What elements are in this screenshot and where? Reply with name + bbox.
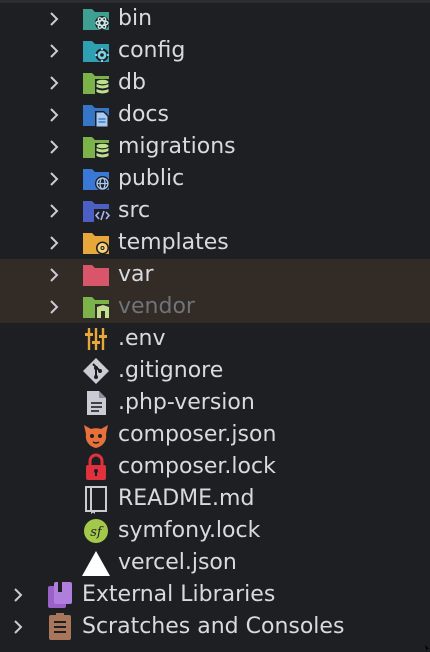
tree-row-label: var	[118, 262, 154, 287]
tree-row-vendor[interactable]: vendor	[0, 291, 430, 323]
tree-row-label: Scratches and Consoles	[82, 614, 345, 639]
tree-row-var[interactable]: var	[0, 259, 430, 291]
tree-row-symfony-lock[interactable]: sf symfony.lock	[0, 515, 430, 547]
tree-row-composer-lock[interactable]: composer.lock	[0, 451, 430, 483]
tree-row-label: migrations	[118, 134, 236, 159]
scratches-icon	[45, 612, 75, 642]
project-tree: bin config db docs migrations public src…	[0, 3, 430, 643]
chevron-right-icon[interactable]	[10, 611, 26, 643]
tree-row-public[interactable]: public	[0, 163, 430, 195]
folder-public-icon	[81, 164, 111, 194]
git-icon	[81, 356, 111, 386]
env-settings-icon	[81, 324, 111, 354]
folder-database-icon	[81, 132, 111, 162]
tree-row-label: README.md	[118, 486, 255, 511]
chevron-right-icon[interactable]	[46, 99, 62, 131]
tree-row-gitignore[interactable]: .gitignore	[0, 355, 430, 387]
chevron-right-icon[interactable]	[46, 227, 62, 259]
tree-row-label: vercel.json	[118, 550, 237, 575]
tree-row-php-version[interactable]: .php-version	[0, 387, 430, 419]
symfony-icon: sf	[81, 516, 111, 546]
tree-row-label: bin	[118, 6, 153, 31]
chevron-right-icon[interactable]	[46, 35, 62, 67]
composer-icon	[81, 420, 111, 450]
tree-row-vercel-json[interactable]: vercel.json	[0, 547, 430, 579]
folder-bin-icon	[81, 4, 111, 34]
tree-row-label: templates	[118, 230, 229, 255]
chevron-right-icon[interactable]	[46, 163, 62, 195]
tree-row-templates[interactable]: templates	[0, 227, 430, 259]
tree-row-scratches[interactable]: Scratches and Consoles	[0, 611, 430, 643]
tree-row-label: db	[118, 70, 146, 95]
tree-row-bin[interactable]: bin	[0, 3, 430, 35]
folder-source-icon	[81, 196, 111, 226]
mouse-cursor-icon	[425, 645, 429, 652]
chevron-right-icon[interactable]	[46, 291, 62, 323]
tree-row-composer-json[interactable]: composer.json	[0, 419, 430, 451]
folder-database-icon	[81, 68, 111, 98]
readme-book-icon	[81, 484, 111, 514]
tree-row-migrations[interactable]: migrations	[0, 131, 430, 163]
tree-row-label: composer.json	[118, 422, 277, 447]
tree-row-label: vendor	[118, 294, 195, 319]
tree-row-env[interactable]: .env	[0, 323, 430, 355]
tree-row-label: .php-version	[118, 390, 255, 415]
tree-row-label: .gitignore	[118, 358, 224, 383]
chevron-right-icon[interactable]	[46, 67, 62, 99]
tree-row-label: src	[118, 198, 151, 223]
tree-row-label: composer.lock	[118, 454, 276, 479]
folder-library-icon	[81, 292, 111, 322]
tree-row-config[interactable]: config	[0, 35, 430, 67]
folder-docs-icon	[81, 100, 111, 130]
tree-row-label: docs	[118, 102, 169, 127]
tree-row-src[interactable]: src	[0, 195, 430, 227]
folder-excluded-icon	[81, 260, 111, 290]
tree-row-label: public	[118, 166, 185, 191]
folder-config-icon	[81, 36, 111, 66]
chevron-right-icon[interactable]	[46, 131, 62, 163]
external-libraries-icon	[45, 580, 75, 610]
text-file-icon	[81, 388, 111, 418]
folder-templates-icon	[81, 228, 111, 258]
tree-row-label: config	[118, 38, 186, 63]
tree-row-db[interactable]: db	[0, 67, 430, 99]
chevron-right-icon[interactable]	[46, 3, 62, 35]
lock-icon	[81, 452, 111, 482]
tree-row-label: symfony.lock	[118, 518, 261, 543]
tree-row-readme[interactable]: README.md	[0, 483, 430, 515]
tree-row-label: External Libraries	[82, 582, 276, 607]
chevron-right-icon[interactable]	[46, 195, 62, 227]
tree-row-label: .env	[118, 326, 166, 351]
tree-row-external-libraries[interactable]: External Libraries	[0, 579, 430, 611]
tree-row-docs[interactable]: docs	[0, 99, 430, 131]
chevron-right-icon[interactable]	[46, 259, 62, 291]
vercel-triangle-icon	[81, 548, 111, 578]
chevron-right-icon[interactable]	[10, 579, 26, 611]
